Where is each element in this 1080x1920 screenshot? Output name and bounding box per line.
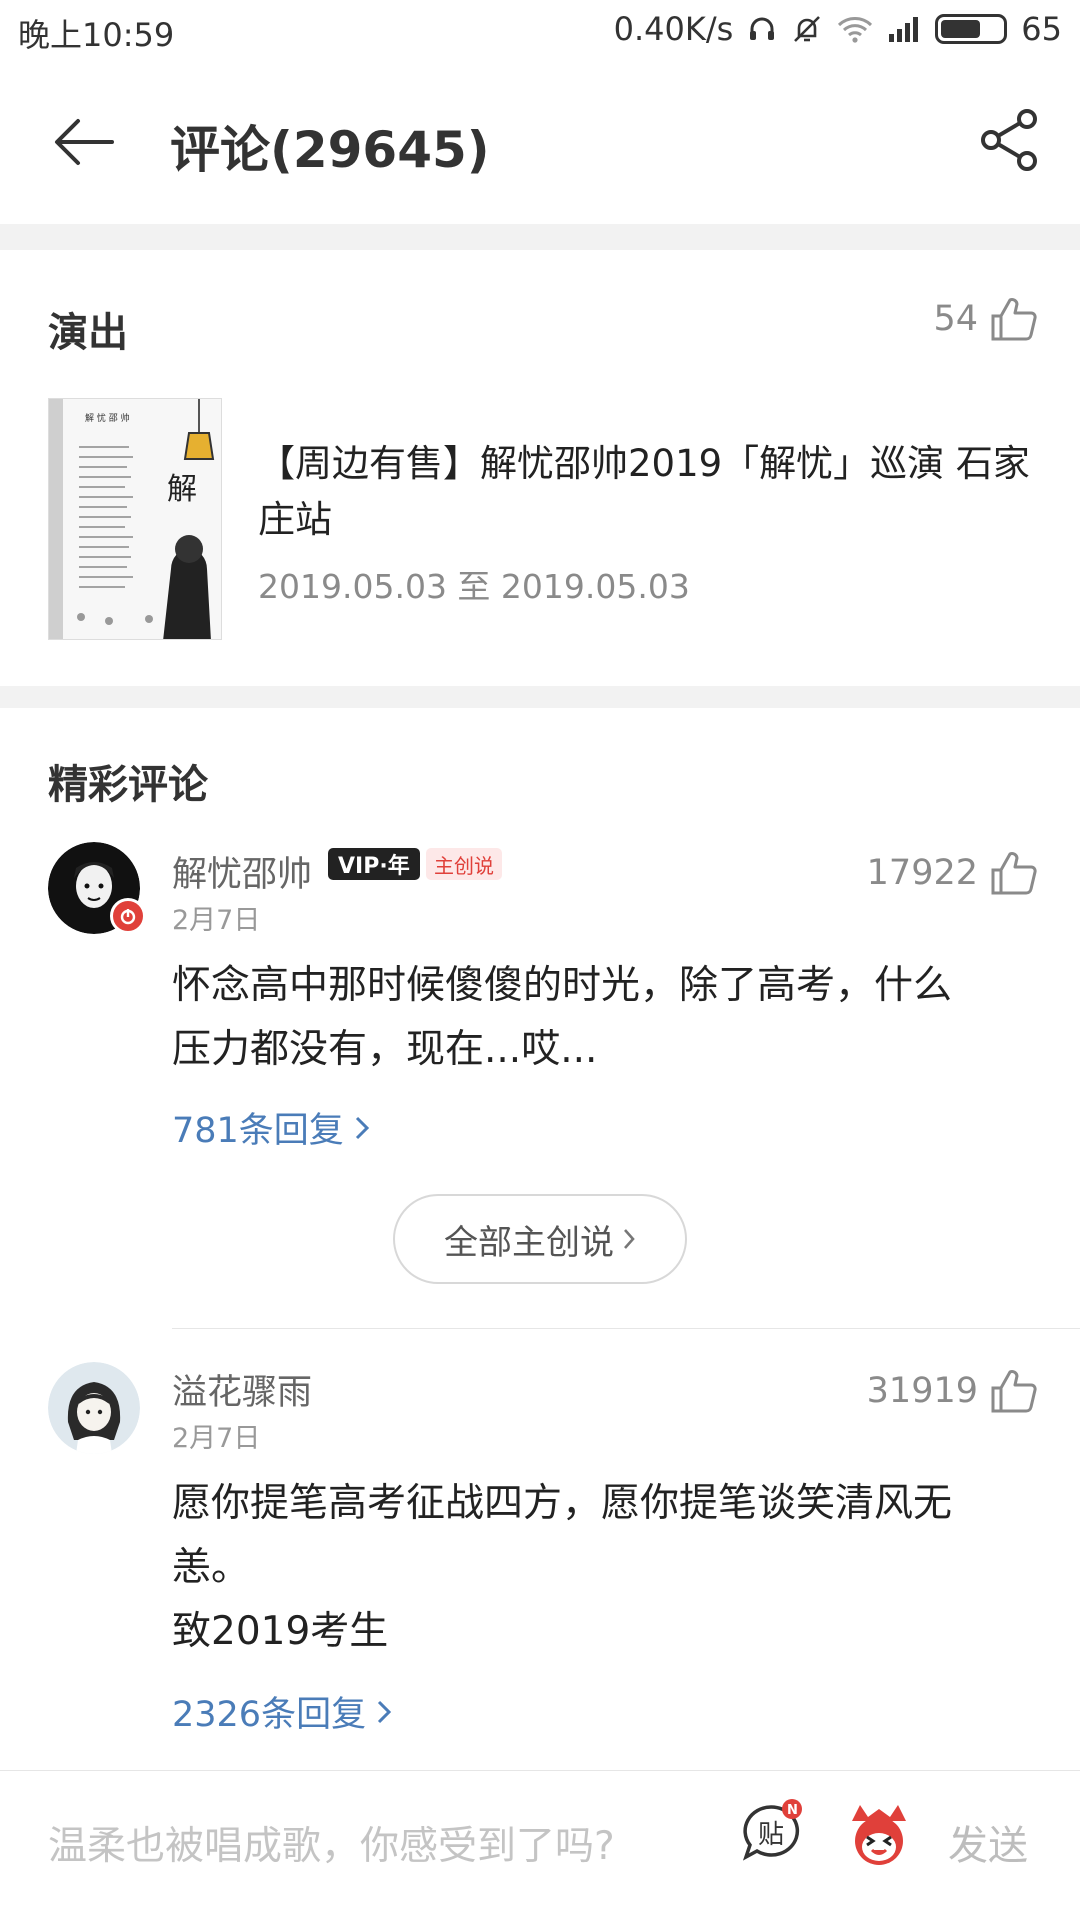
emoji-icon bbox=[852, 1805, 906, 1865]
comment-user-name[interactable]: 溢花骤雨 bbox=[172, 1364, 312, 1415]
avatar[interactable] bbox=[48, 1362, 140, 1454]
comment-date: 2月7日 bbox=[172, 1423, 261, 1454]
network-speed: 0.40K/s bbox=[613, 10, 734, 48]
replies-count: 2326条回复 bbox=[172, 1695, 367, 1735]
comment-like-count: 17922 bbox=[866, 853, 978, 893]
show-section-title: 演出 bbox=[48, 310, 128, 356]
chevron-right-icon bbox=[355, 1116, 369, 1139]
emoji-button[interactable] bbox=[844, 1799, 914, 1869]
section-gap bbox=[0, 224, 1080, 250]
comment-user-name[interactable]: 解忧邵帅 bbox=[172, 846, 312, 897]
all-creator-comments-button[interactable]: 全部主创说 bbox=[393, 1194, 687, 1284]
headphones-icon bbox=[747, 14, 777, 44]
share-button[interactable] bbox=[970, 100, 1050, 180]
music-badge-icon bbox=[110, 898, 146, 934]
comment-like-count: 31919 bbox=[866, 1371, 978, 1411]
poster-big-char: 解 bbox=[167, 472, 197, 507]
creator-badge: 主创说 bbox=[426, 848, 502, 880]
show-title[interactable]: 【周边有售】解忧邵帅2019「解忧」巡演 石家庄站 bbox=[258, 436, 1038, 548]
share-icon bbox=[981, 109, 1037, 171]
tie-badge: N bbox=[787, 1803, 798, 1818]
status-bar: 晚上10:59 0.40K/s 65 bbox=[0, 0, 1080, 62]
comment-text: 愿你提笔高考征战四方，愿你提笔谈笑清风无 恙。 致2019考生 bbox=[172, 1481, 953, 1654]
tie-label: 贴 bbox=[758, 1820, 784, 1850]
avatar-image bbox=[48, 1362, 140, 1454]
comment-like-button[interactable]: 31919 bbox=[867, 1368, 1038, 1414]
comment-text: 怀念高中那时候傻傻的时光，除了高考，什么 压力都没有，现在...哎... bbox=[172, 963, 953, 1072]
show-poster[interactable]: 解 忧 邵 帅 解 bbox=[48, 398, 222, 640]
chevron-right-icon bbox=[378, 1700, 392, 1723]
comment-date: 2月7日 bbox=[172, 905, 261, 936]
comments-section-title: 精彩评论 bbox=[48, 762, 208, 808]
replies-link[interactable]: 2326条回复 bbox=[172, 1686, 392, 1737]
mute-bell-icon bbox=[791, 13, 823, 45]
comment-input-bar: 贴 N 发送 bbox=[0, 1770, 1080, 1920]
poster-heading: 解 忧 邵 帅 bbox=[85, 412, 130, 424]
replies-link[interactable]: 781条回复 bbox=[172, 1102, 370, 1153]
thumbs-up-icon bbox=[991, 298, 1037, 341]
sticker-post-icon: 贴 N bbox=[742, 1799, 802, 1861]
signal-icon bbox=[887, 14, 921, 44]
comment-divider bbox=[172, 1328, 1080, 1329]
comment-input[interactable] bbox=[48, 1811, 688, 1881]
sticker-post-button[interactable]: 贴 N bbox=[738, 1799, 804, 1865]
comments-page: 晚上10:59 0.40K/s 65 评论(29645) 演出 54 解 忧 邵… bbox=[0, 0, 1080, 1920]
status-time: 晚上10:59 bbox=[18, 16, 175, 54]
battery-fill bbox=[941, 20, 981, 38]
page-title: 评论(29645) bbox=[170, 121, 490, 179]
thumbs-up-icon bbox=[991, 852, 1037, 895]
send-button[interactable]: 发送 bbox=[948, 1813, 1028, 1871]
battery-icon bbox=[935, 14, 1008, 44]
wifi-icon bbox=[837, 14, 873, 44]
vip-badge: VIP·年 bbox=[328, 848, 420, 880]
arrow-left-icon bbox=[55, 119, 114, 165]
status-right: 0.40K/s 65 bbox=[614, 10, 1062, 48]
section-gap bbox=[0, 686, 1080, 708]
all-creator-label: 全部主创说 bbox=[444, 1222, 614, 1263]
show-like-button[interactable]: 54 bbox=[933, 296, 1038, 342]
back-button[interactable] bbox=[44, 102, 124, 182]
comment-like-button[interactable]: 17922 bbox=[867, 850, 1038, 896]
poster-art: 解 忧 邵 帅 解 bbox=[49, 399, 221, 639]
battery-percent: 65 bbox=[1021, 10, 1062, 48]
show-like-count: 54 bbox=[933, 299, 978, 339]
thumbs-up-icon bbox=[991, 1370, 1037, 1413]
show-date: 2019.05.03 至 2019.05.03 bbox=[258, 567, 690, 606]
replies-count: 781条回复 bbox=[172, 1111, 344, 1151]
chevron-right-icon bbox=[624, 1229, 635, 1249]
header: 评论(29645) bbox=[0, 62, 1080, 224]
